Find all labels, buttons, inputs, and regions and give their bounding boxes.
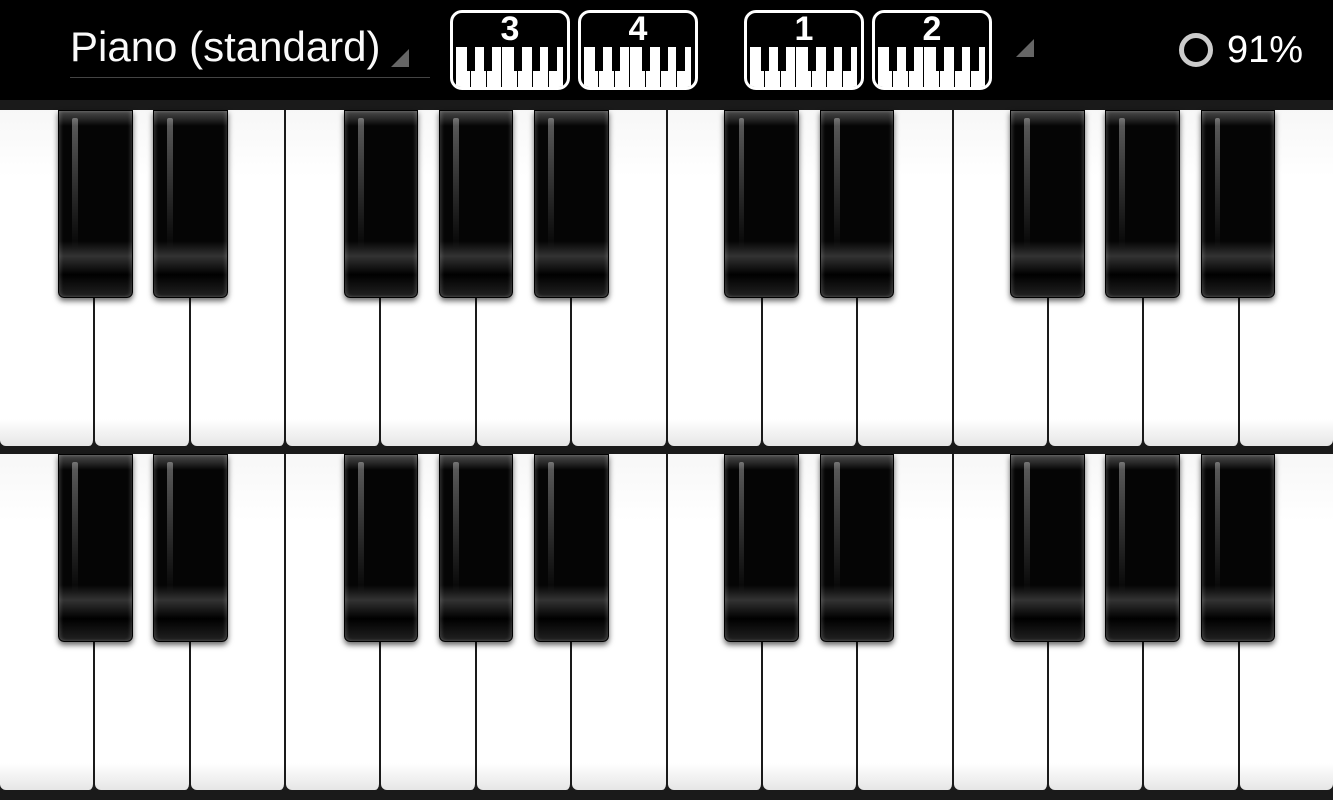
black-key[interactable]: [1201, 110, 1276, 298]
octave-pair-bottom: 1 2: [744, 10, 992, 90]
mini-keyboard-icon: [750, 47, 858, 87]
octave-number: 2: [923, 11, 942, 47]
loading-circle-icon: [1179, 33, 1213, 67]
black-key[interactable]: [1201, 454, 1276, 642]
black-key[interactable]: [344, 110, 419, 298]
dropdown-triangle-icon: [391, 49, 409, 67]
octave-number: 1: [795, 11, 814, 47]
octave-button-4[interactable]: 4: [578, 10, 698, 90]
black-key[interactable]: [724, 454, 799, 642]
black-key[interactable]: [1105, 110, 1180, 298]
black-key[interactable]: [1010, 110, 1085, 298]
black-key[interactable]: [439, 454, 514, 642]
octave-number: 3: [501, 11, 520, 47]
black-key[interactable]: [58, 110, 133, 298]
black-key[interactable]: [724, 110, 799, 298]
instrument-label: Piano (standard): [70, 23, 381, 71]
black-key[interactable]: [534, 454, 609, 642]
keyboard-row-top: [0, 110, 1333, 446]
octave-pair-top: 3 4: [450, 10, 698, 90]
octave-number: 4: [629, 11, 648, 47]
mini-keyboard-icon: [456, 47, 564, 87]
instrument-selector[interactable]: Piano (standard): [70, 23, 430, 78]
keyboard-area: [0, 100, 1333, 800]
black-key[interactable]: [58, 454, 133, 642]
black-key[interactable]: [153, 110, 228, 298]
black-key[interactable]: [344, 454, 419, 642]
octave-button-group: 3 4 1 2: [450, 10, 992, 90]
dropdown-triangle-icon: [1016, 39, 1034, 57]
mini-keyboard-icon: [584, 47, 692, 87]
percent-label: 91%: [1227, 29, 1303, 72]
black-key[interactable]: [439, 110, 514, 298]
octave-button-1[interactable]: 1: [744, 10, 864, 90]
top-toolbar: Piano (standard) 3 4 1 2: [0, 0, 1333, 100]
black-key[interactable]: [153, 454, 228, 642]
octave-button-2[interactable]: 2: [872, 10, 992, 90]
black-key[interactable]: [534, 110, 609, 298]
keyboard-row-bottom: [0, 454, 1333, 790]
octave-button-3[interactable]: 3: [450, 10, 570, 90]
black-key[interactable]: [820, 110, 895, 298]
black-key[interactable]: [820, 454, 895, 642]
black-key[interactable]: [1010, 454, 1085, 642]
black-key[interactable]: [1105, 454, 1180, 642]
mini-keyboard-icon: [878, 47, 986, 87]
status-group: 91%: [1179, 29, 1303, 72]
